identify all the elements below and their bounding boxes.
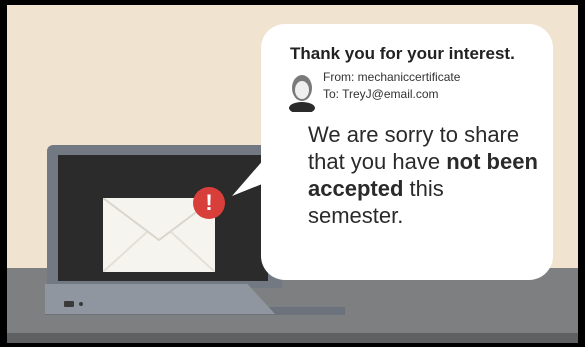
email-subject: Thank you for your interest. <box>290 44 515 63</box>
desk-front-edge <box>7 333 578 343</box>
email-message: We are sorry to share that you have not … <box>308 121 544 229</box>
audio-port-icon <box>79 302 83 306</box>
message-bold-1: not <box>446 149 481 174</box>
usb-port-icon <box>64 301 74 307</box>
alert-badge-icon: ! <box>193 187 225 219</box>
person-avatar-icon <box>289 75 315 112</box>
email-to: To: TreyJ@email.com <box>323 87 439 101</box>
laptop-base <box>45 284 275 314</box>
email-from: From: mechaniccertificate <box>323 70 461 84</box>
